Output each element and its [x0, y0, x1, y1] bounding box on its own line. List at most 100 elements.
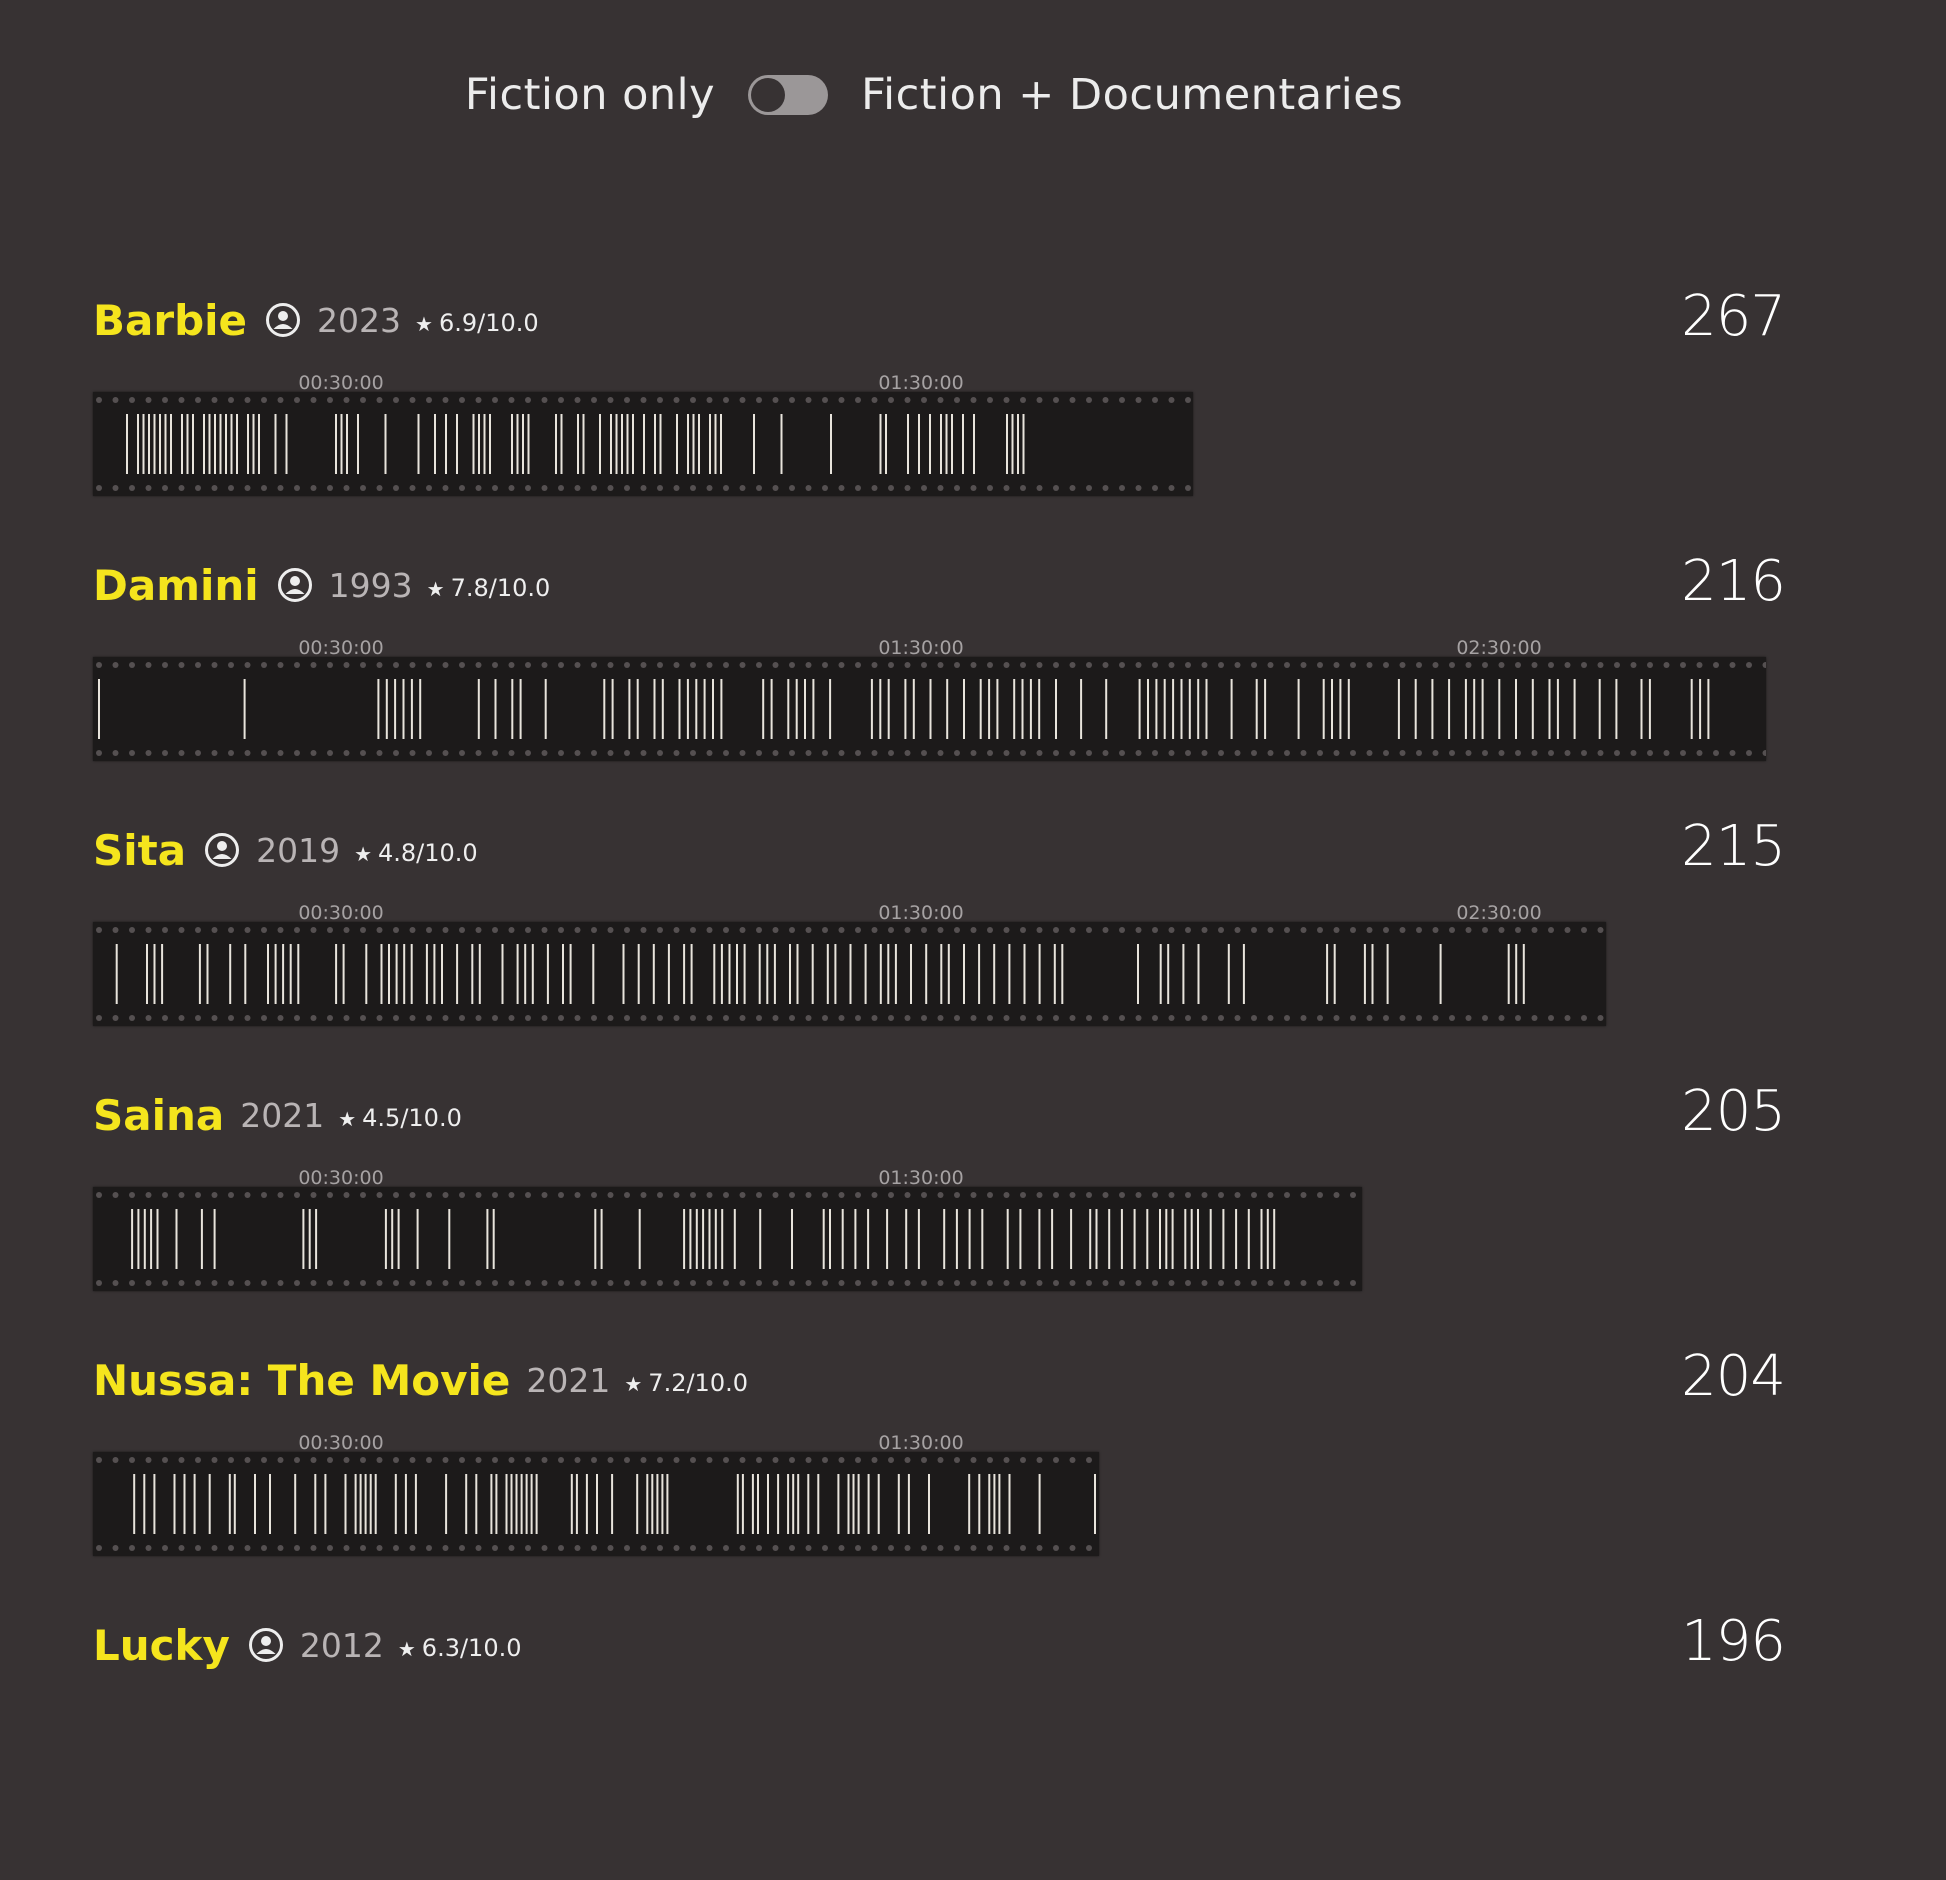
sprocket-hole: [310, 1015, 317, 1021]
sprocket-hole: [1482, 750, 1488, 756]
sprocket-hole: [492, 750, 498, 756]
sprocket-hole: [1185, 485, 1191, 491]
sprocket-hole: [112, 1192, 119, 1198]
documentary-toggle-switch[interactable]: [748, 75, 829, 115]
sprocket-hole: [244, 927, 251, 933]
sprocket-hole: [1036, 1015, 1043, 1021]
scene-bar: [767, 1474, 769, 1534]
scene-bar: [973, 414, 975, 474]
sprocket-hole: [376, 662, 383, 668]
sprocket-hole: [294, 1280, 300, 1286]
sprocket-hole: [591, 397, 597, 403]
scene-bar: [142, 414, 145, 474]
sprocket-hole: [1267, 750, 1274, 756]
sprocket-hole: [591, 1015, 597, 1021]
scene-bar: [519, 679, 522, 739]
sprocket-hole: [706, 397, 713, 403]
film-strip[interactable]: [93, 1187, 1362, 1291]
sprocket-hole: [475, 662, 482, 668]
film-strip[interactable]: [93, 922, 1606, 1026]
sprocket-hole: [1053, 1545, 1059, 1551]
sprocket-hole: [1119, 1192, 1125, 1198]
sprocket-hole: [1647, 662, 1653, 668]
scene-bar: [582, 414, 585, 474]
scene-bar: [777, 1474, 780, 1534]
sprocket-hole: [1053, 1457, 1059, 1463]
sprocket-hole: [1333, 662, 1340, 668]
sprocket-hole: [1135, 750, 1142, 756]
scene-bar: [636, 1474, 639, 1534]
sprocket-hole: [145, 750, 152, 756]
scene-bar: [1481, 679, 1484, 739]
sprocket-hole: [1053, 927, 1059, 933]
sprocket-hole: [1185, 1280, 1191, 1286]
sprocket-hole: [261, 485, 267, 491]
sprocket-hole: [145, 1280, 152, 1286]
film-title[interactable]: Damini: [93, 561, 259, 610]
sprocket-hole: [937, 1545, 944, 1551]
film-title[interactable]: Lucky: [93, 1621, 230, 1670]
sprocket-hole: [1399, 662, 1406, 668]
film-row[interactable]: Saina 2021 ★ 4.5/10.0 205 00:30:00 01:30:00: [93, 1079, 1786, 1350]
sprocket-hole: [525, 1015, 531, 1021]
scene-bar: [751, 1474, 754, 1534]
sprocket-hole: [195, 1545, 201, 1551]
film-row[interactable]: Nussa: The Movie 2021 ★ 7.2/10.0 204 00:30:00…: [93, 1344, 1786, 1615]
scene-bar: [1008, 944, 1011, 1004]
scene-bar: [610, 414, 612, 474]
sprocket-hole: [789, 927, 795, 933]
sprocket-hole: [1168, 662, 1175, 668]
scene-bar: [254, 1474, 256, 1534]
film-title[interactable]: Saina: [93, 1091, 224, 1140]
film-row[interactable]: Sita 2019 ★ 4.8/10.0 215 00:30:00 01:30:00 02:3…: [93, 814, 1786, 1085]
sprocket-hole: [1333, 750, 1340, 756]
sprocket-hole: [343, 1545, 350, 1551]
sprocket-hole: [624, 485, 630, 491]
scene-bar: [857, 1474, 860, 1534]
sprocket-hole: [96, 662, 102, 668]
sprocket-hole: [343, 750, 350, 756]
film-title[interactable]: Nussa: The Movie: [93, 1356, 510, 1405]
sprocket-hole: [129, 1457, 135, 1463]
sprocket-hole: [459, 1280, 465, 1286]
sprocket-hole: [706, 927, 713, 933]
sprocket-hole: [409, 397, 416, 403]
sprocket-hole: [211, 750, 218, 756]
scene-bar: [1371, 944, 1374, 1004]
sprocket-hole: [1350, 1280, 1356, 1286]
scene-bar: [879, 944, 882, 1004]
sprocket-hole: [1581, 1015, 1587, 1021]
sprocket-hole: [1218, 662, 1224, 668]
sprocket-hole: [1762, 750, 1766, 756]
sprocket-hole: [1185, 1015, 1191, 1021]
sprocket-hole: [987, 1192, 993, 1198]
film-row[interactable]: Lucky 2012 ★ 6.3/10.0 196: [93, 1609, 1786, 1880]
sprocket-hole: [1317, 927, 1323, 933]
sprocket-hole: [327, 485, 333, 491]
sprocket-hole: [1135, 485, 1142, 491]
rating-value: 6.9/10.0: [438, 309, 539, 337]
film-title[interactable]: Barbie: [93, 296, 247, 345]
film-strip[interactable]: [93, 1452, 1099, 1556]
sprocket-hole: [310, 927, 317, 933]
sprocket-hole: [1069, 485, 1076, 491]
sprocket-hole: [772, 750, 779, 756]
scene-bar: [925, 944, 928, 1004]
toggle-left-label: Fiction only: [464, 70, 716, 120]
sprocket-hole: [657, 1545, 663, 1551]
film-row[interactable]: Damini 1993 ★ 7.8/10.0 216 00:30:00 01:30:00 02…: [93, 549, 1786, 820]
scene-bar: [1242, 944, 1245, 1004]
sprocket-hole: [1234, 927, 1241, 933]
film-strip[interactable]: [93, 392, 1193, 496]
sprocket-hole: [1267, 1015, 1274, 1021]
scene-bar: [695, 679, 698, 739]
sprocket-hole: [789, 750, 795, 756]
sprocket-hole: [1251, 1192, 1257, 1198]
film-row[interactable]: Barbie 2023 ★ 6.9/10.0 267 00:30:00 01:30:00: [93, 284, 1786, 555]
sprocket-hole: [426, 750, 432, 756]
sprocket-hole: [739, 397, 746, 403]
scene-bar: [391, 1209, 394, 1269]
film-strip[interactable]: [93, 657, 1766, 761]
sprocket-hole: [541, 1457, 548, 1463]
film-title[interactable]: Sita: [93, 826, 186, 875]
